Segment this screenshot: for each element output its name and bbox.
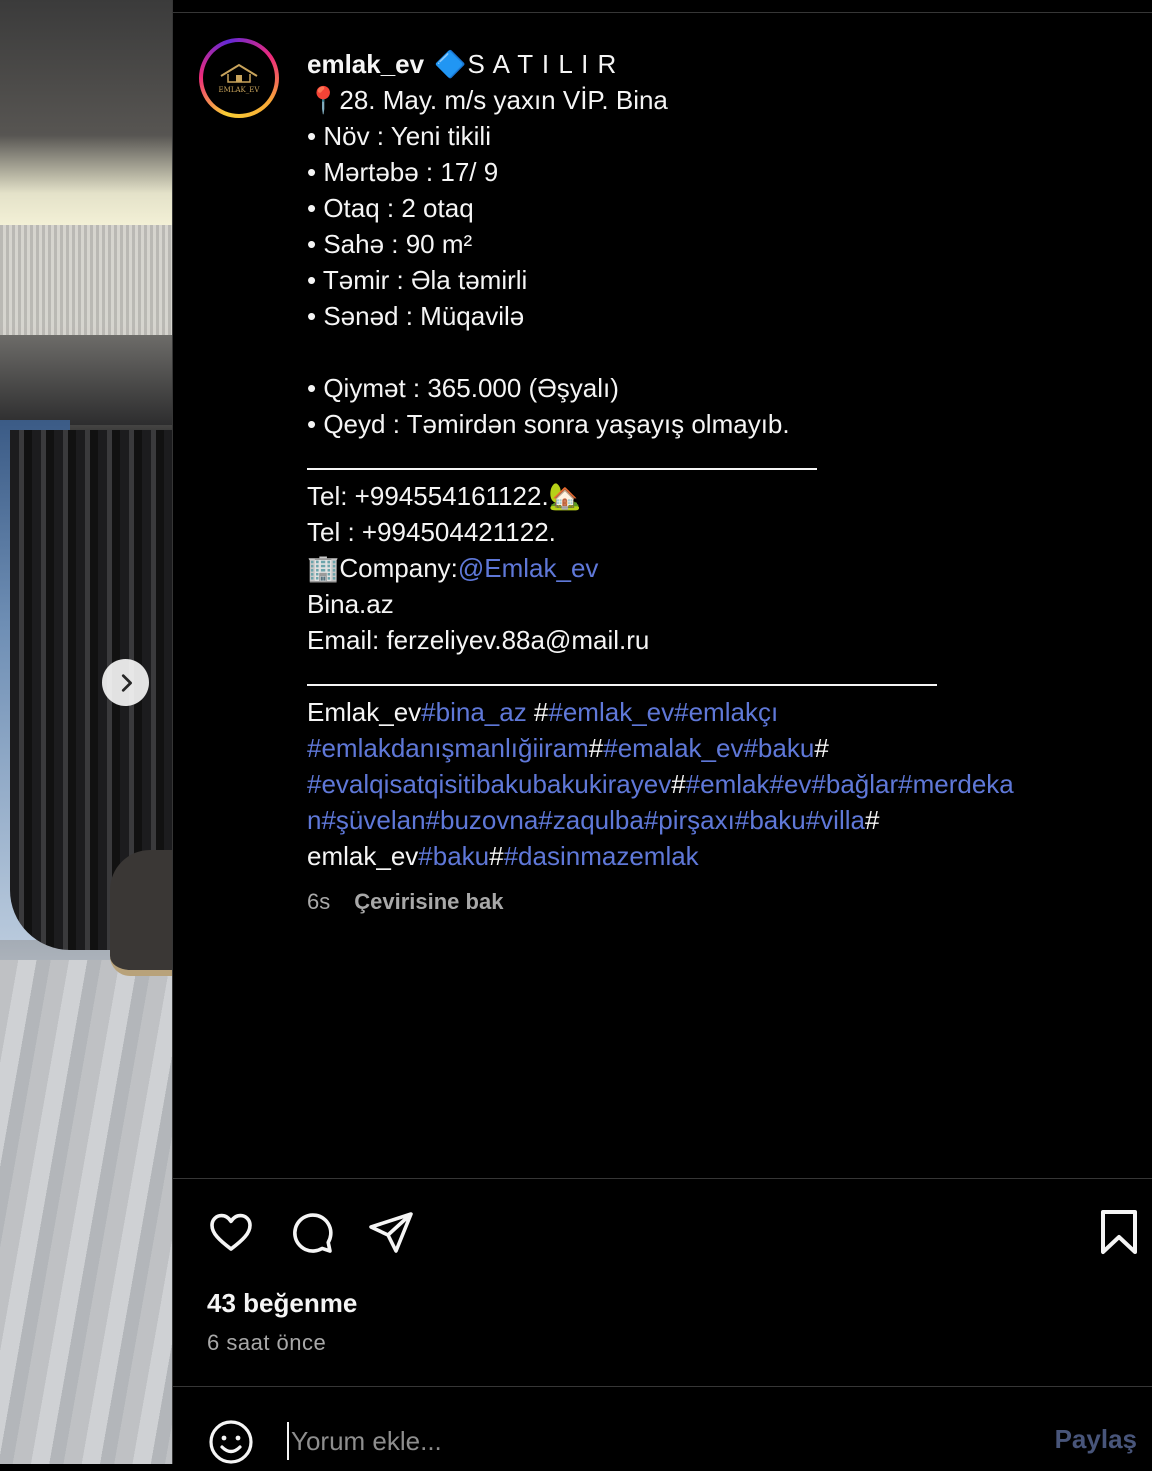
- caption-text: #: [814, 733, 829, 763]
- likes-count[interactable]: 43 beğenme: [207, 1288, 357, 1319]
- post-comment-button[interactable]: Paylaş: [1055, 1424, 1137, 1455]
- comment-icon: [293, 1213, 333, 1253]
- hashtag-link[interactable]: #emalak_ev#baku: [603, 733, 814, 763]
- divider: [173, 1386, 1152, 1387]
- save-button[interactable]: [1097, 1208, 1145, 1256]
- avatar-logo-text: EMLAK_EV: [218, 86, 260, 94]
- house-logo-icon: [220, 63, 258, 83]
- divider: [173, 1178, 1152, 1179]
- avatar[interactable]: EMLAK_EV: [199, 38, 279, 118]
- caption-phone-1: Tel: +994554161122.🏡: [307, 481, 582, 511]
- caption-area: • Sahə : 90 m²: [307, 229, 473, 259]
- post-actions: [207, 1208, 1137, 1258]
- caption-document: • Sənəd : Müqavilə: [307, 301, 525, 331]
- comment-input[interactable]: [287, 1422, 993, 1460]
- post-details-panel: EMLAK_EV emlak_ev 🔷S A T I L I R 📍28. May…: [172, 0, 1152, 1464]
- next-photo-button[interactable]: [102, 659, 149, 706]
- caption-separator: [307, 442, 817, 470]
- caption-text: Emlak_ev: [307, 697, 422, 727]
- caption-site: Bina.az: [307, 589, 394, 619]
- comment-bar: Paylaş: [207, 1414, 1137, 1464]
- caption-text: #: [864, 805, 880, 835]
- caption-text: #: [489, 841, 504, 871]
- caption-text: #: [526, 697, 549, 727]
- hashtag-link[interactable]: #emlak_ev#emlakçı: [548, 697, 778, 727]
- hashtag-link[interactable]: n#şüvelan#buzovna#zaqulba#pirşaxı#baku#v…: [307, 805, 865, 835]
- caption-text: #: [671, 769, 686, 799]
- hashtag-link[interactable]: #evalqisatqisitibakubakukirayev: [307, 769, 671, 799]
- see-translation-button[interactable]: Çevirisine bak: [354, 884, 503, 920]
- comment-button[interactable]: [287, 1208, 335, 1256]
- caption-type: • Növ : Yeni tikili: [307, 121, 491, 151]
- caption-phone-2: Tel : +994504421122.: [307, 517, 556, 547]
- hashtag-link[interactable]: #emlakdanışmanlığiiram: [307, 733, 589, 763]
- send-icon: [369, 1212, 413, 1253]
- caption-age: 6s: [307, 889, 331, 914]
- emoji-icon: [209, 1420, 253, 1464]
- caption-separator: [307, 658, 937, 686]
- caption-rooms: • Otaq : 2 otaq: [307, 193, 474, 223]
- caption-repair: • Təmir : Əla təmirli: [307, 265, 528, 295]
- like-button[interactable]: [207, 1208, 255, 1256]
- heart-icon: [210, 1213, 252, 1251]
- post-caption: emlak_ev 🔷S A T I L I R 📍28. May. m/s yax…: [307, 46, 1127, 920]
- caption-location: 📍28. May. m/s yaxın VİP. Bina: [307, 85, 668, 115]
- post-photo: [0, 0, 172, 1464]
- post-timestamp[interactable]: 6 saat önce: [207, 1330, 326, 1356]
- hashtag-link[interactable]: #baku: [418, 841, 489, 871]
- chevron-right-icon: [121, 673, 132, 692]
- bookmark-icon: [1101, 1210, 1137, 1254]
- caption-email: Email: ferzeliyev.88a@mail.ru: [307, 625, 650, 655]
- caption-text: emlak_ev: [307, 841, 419, 871]
- hashtag-link[interactable]: #emlak#ev#bağlar#merdeka: [686, 769, 1014, 799]
- emoji-button[interactable]: [207, 1418, 255, 1471]
- share-button[interactable]: [367, 1208, 415, 1256]
- hashtag-link[interactable]: #bina_az: [421, 697, 527, 727]
- caption-company-label: 🏢Company:: [307, 553, 458, 583]
- caption-floor: • Mərtəbə : 17/ 9: [307, 157, 499, 187]
- caption-price: • Qiymət : 365.000 (Əşyalı): [307, 373, 619, 403]
- caption-text: #: [588, 733, 604, 763]
- caption-note: • Qeyd : Təmirdən sonra yaşayış olmayıb.: [307, 409, 790, 439]
- company-mention-link[interactable]: @Emlak_ev: [458, 553, 599, 583]
- caption-title: 🔷S A T I L I R: [434, 49, 618, 79]
- username-link[interactable]: emlak_ev: [307, 49, 424, 79]
- hashtag-link[interactable]: #dasinmazemlak: [504, 841, 699, 871]
